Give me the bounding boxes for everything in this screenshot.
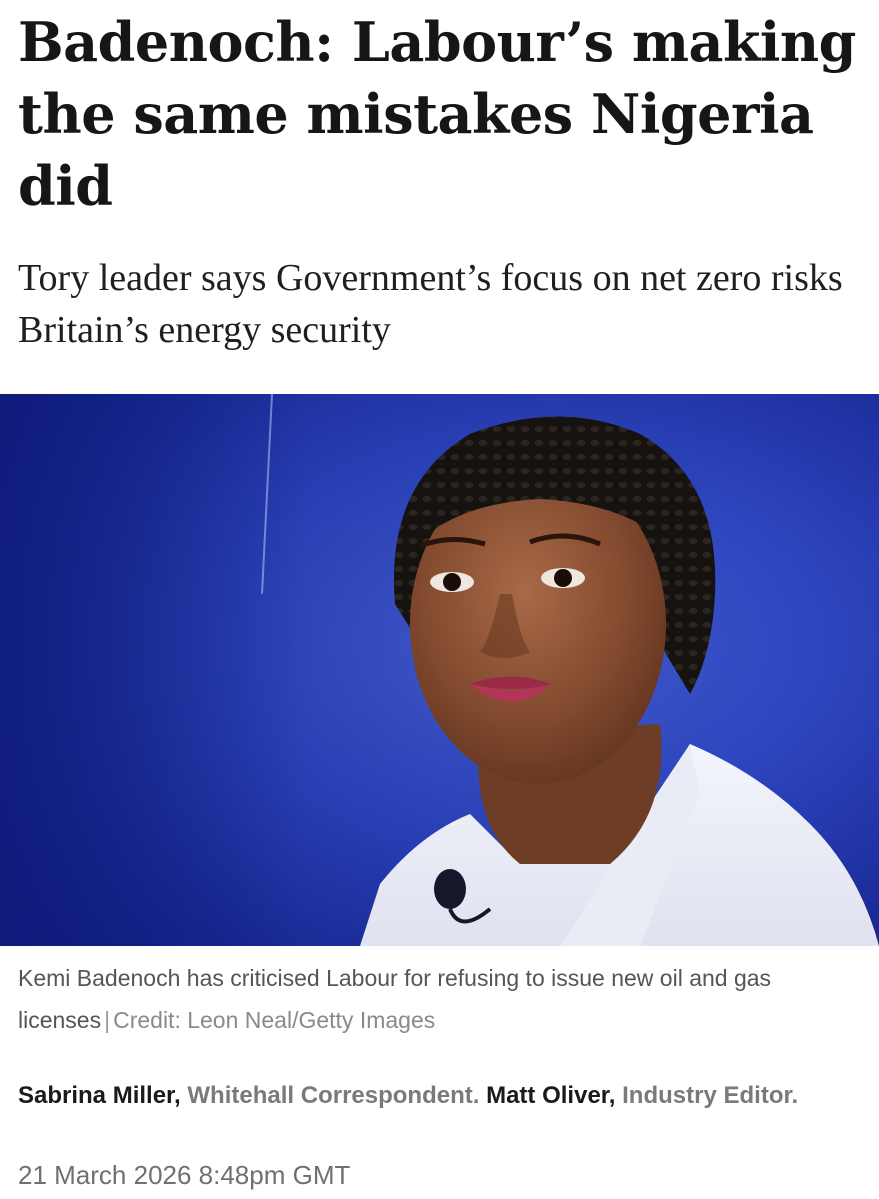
caption-separator: | <box>104 1007 111 1033</box>
image-caption: Kemi Badenoch has criticised Labour for … <box>18 957 863 1041</box>
author-role: Whitehall Correspondent. <box>187 1082 480 1109</box>
author-link-matt-oliver[interactable]: Matt Oliver, <box>486 1082 615 1109</box>
article-standfirst: Tory leader says Government’s focus on n… <box>18 257 843 351</box>
caption-credit: Credit: Leon Neal/Getty Images <box>113 1007 436 1033</box>
publish-date: 21 March 2026 8:48pm GMT <box>18 1160 351 1190</box>
author-link-sabrina-miller[interactable]: Sabrina Miller, <box>18 1082 181 1109</box>
article-headline: Badenoch: Labour’s making the same mista… <box>18 10 856 218</box>
byline: Sabrina Miller, Whitehall Correspondent.… <box>18 1075 863 1117</box>
article-hero-photo[interactable] <box>0 394 879 946</box>
author-role: Industry Editor. <box>622 1082 799 1109</box>
